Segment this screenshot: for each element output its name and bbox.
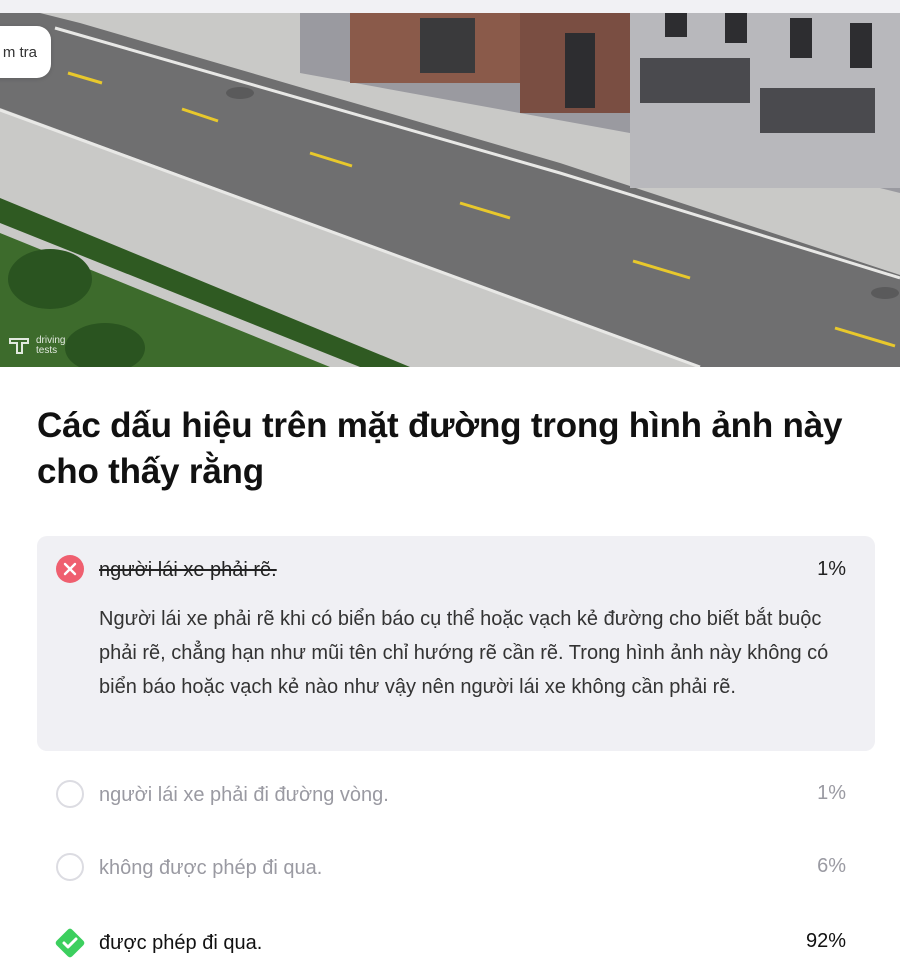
wrong-icon: [56, 555, 84, 583]
watermark-logo-icon: [8, 336, 32, 356]
answer-percent: 1%: [817, 782, 846, 804]
question-image: m tra driving tests: [0, 13, 900, 367]
answer-label: được phép đi qua.: [99, 932, 263, 954]
radio-empty-icon: [56, 853, 84, 881]
watermark: driving tests: [8, 336, 66, 356]
watermark-text: driving tests: [36, 335, 66, 356]
correct-check-icon: [53, 926, 85, 958]
answer-percent: 6%: [817, 855, 846, 877]
answer-percent: 92%: [805, 930, 846, 952]
answer-option-2[interactable]: người lái xe phải đi đường vòng. 1%: [37, 778, 875, 810]
answer-option-4[interactable]: được phép đi qua. 92%: [37, 925, 875, 959]
radio-empty-icon: [56, 780, 84, 808]
answer-option-3[interactable]: không được phép đi qua. 6%: [37, 851, 875, 883]
top-strip: [0, 0, 900, 13]
answer-label: người lái xe phải đi đường vòng.: [99, 784, 389, 806]
answer-percent: 1%: [817, 558, 846, 580]
question-text: Các dấu hiệu trên mặt đường trong hình ả…: [37, 406, 843, 491]
answer-explanation: Người lái xe phải rẽ khi có biển báo cụ …: [99, 608, 829, 698]
answer-label: người lái xe phải rẽ.: [99, 559, 277, 581]
image-tag[interactable]: m tra: [0, 26, 51, 78]
answer-label: không được phép đi qua.: [99, 857, 323, 879]
image-tag-label: m tra: [2, 43, 37, 61]
answer-option-1[interactable]: người lái xe phải rẽ. 1% Người lái xe ph…: [37, 536, 875, 751]
